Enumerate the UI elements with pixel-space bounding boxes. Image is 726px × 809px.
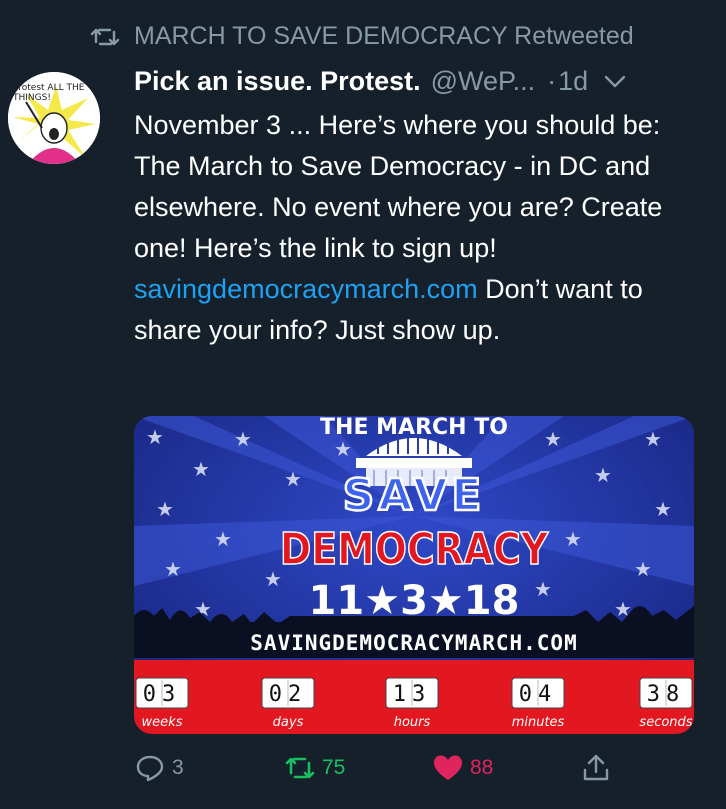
avatar-image: Protest ALL THE THINGS! (8, 72, 100, 164)
tweet-content[interactable]: Pick an issue. Protest. @WeP... · 1d Nov… (134, 66, 704, 351)
countdown-unit-hours: hours (394, 715, 431, 730)
chevron-down-icon[interactable] (604, 75, 626, 89)
timestamp[interactable]: 1d (558, 66, 588, 97)
poster-democracy-text: DEMOCRACY (280, 523, 550, 574)
countdown-value-minutes: 04 (519, 682, 558, 707)
svg-text:★: ★ (214, 527, 232, 551)
share-icon (583, 754, 609, 781)
svg-text:★: ★ (234, 427, 252, 451)
svg-text:★: ★ (534, 577, 552, 601)
svg-text:★: ★ (192, 457, 210, 481)
svg-text:★: ★ (284, 467, 302, 491)
tweet-actions: 3 75 88 (134, 752, 694, 792)
countdown-value-weeks: 03 (143, 682, 182, 707)
avatar[interactable]: Protest ALL THE THINGS! (8, 72, 100, 164)
reply-button[interactable]: 3 (134, 752, 184, 784)
tweet-link[interactable]: savingdemocracymarch.com (134, 274, 478, 304)
like-button[interactable]: 88 (432, 752, 493, 784)
countdown-value-hours: 13 (393, 682, 432, 707)
svg-text:★: ★ (644, 427, 662, 451)
svg-text:★: ★ (164, 557, 182, 581)
countdown-value-seconds: 38 (647, 682, 686, 707)
retweet-button[interactable]: 75 (284, 752, 345, 784)
svg-text:★: ★ (334, 437, 352, 461)
retweeted-by-text: MARCH TO SAVE DEMOCRACY Retweeted (134, 22, 634, 50)
tweet-text-before: November 3 ... Here’s where you should b… (134, 110, 663, 263)
svg-text:★: ★ (634, 557, 652, 581)
like-count: 88 (470, 756, 494, 779)
poster-save-text: SAVE (343, 470, 486, 521)
avatar-text-bottom: THINGS! (12, 93, 51, 103)
heart-icon (434, 755, 462, 780)
avatar-text-top: Protest ALL THE (13, 83, 85, 93)
march-poster: ★★★ ★★★ ★ ★★ ★★★ ★★★ ★ ★★ THE MARCH TO SAV… (134, 416, 694, 734)
svg-text:★: ★ (564, 527, 582, 551)
countdown-unit-weeks: weeks (142, 715, 183, 730)
tweet-header: Pick an issue. Protest. @WeP... · 1d (134, 66, 704, 97)
share-button[interactable] (580, 752, 612, 784)
retweet-icon (90, 28, 120, 45)
svg-text:★: ★ (146, 425, 164, 449)
reply-count: 3 (172, 756, 184, 779)
countdown-value-days: 02 (269, 682, 308, 707)
reply-icon (136, 755, 164, 782)
svg-text:★: ★ (544, 427, 562, 451)
retweeted-by-row[interactable]: MARCH TO SAVE DEMOCRACY Retweeted (90, 22, 634, 51)
countdown-unit-seconds: seconds (639, 715, 692, 730)
svg-text:★: ★ (594, 463, 612, 487)
countdown-unit-minutes: minutes (512, 715, 565, 730)
svg-text:★: ★ (156, 497, 174, 521)
poster-arc-text: THE MARCH TO (320, 416, 508, 440)
user-handle[interactable]: @WeP... (431, 66, 535, 97)
display-name[interactable]: Pick an issue. Protest. (134, 66, 421, 97)
svg-text:★: ★ (654, 497, 672, 521)
retweet-count: 75 (322, 756, 346, 779)
tweet-text: November 3 ... Here’s where you should b… (134, 105, 704, 351)
separator-dot: · (547, 66, 557, 96)
countdown-unit-days: days (273, 715, 304, 730)
tweet-media-image[interactable]: ★ ★ ★ ★ ★ ★ ★ ★ ★ ★ ★ ★ ★ ★ ★ ★ ★ ★ THE MARCH TO SAV… (134, 416, 694, 734)
retweet-icon (285, 757, 315, 779)
poster-url-text: SAVINGDEMOCRACYMARCH.COM (250, 631, 577, 655)
